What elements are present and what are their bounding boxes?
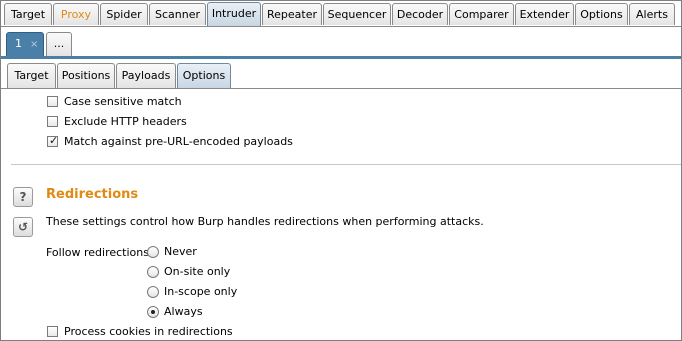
checkbox-label: Match against pre-URL-encoded payloads	[64, 135, 293, 148]
redirect-onsite-radio[interactable]	[147, 266, 159, 278]
restore-defaults-icon: ↺	[17, 220, 29, 234]
tab-proxy[interactable]: Proxy	[53, 3, 99, 25]
new-attack-tab[interactable]: ...	[46, 32, 72, 56]
section-description: These settings control how Burp handles …	[46, 215, 484, 228]
tab-decoder[interactable]: Decoder	[392, 3, 448, 25]
attack-tab-1[interactable]: 1 ×	[6, 32, 44, 56]
close-icon[interactable]: ×	[30, 39, 38, 50]
tab-intruder[interactable]: Intruder	[207, 2, 261, 26]
question-icon: ?	[19, 190, 27, 204]
checkbox-label: Case sensitive match	[64, 95, 182, 108]
restore-defaults-button[interactable]: ↺	[13, 217, 33, 237]
tab-label: Options	[182, 69, 226, 82]
tab-alerts[interactable]: Alerts	[629, 3, 675, 25]
tab-label: Decoder	[396, 8, 444, 21]
tab-label: Proxy	[60, 8, 92, 21]
radio-label: In-scope only	[164, 285, 238, 298]
intruder-tab-options[interactable]: Options	[177, 63, 231, 88]
intruder-tab-target[interactable]: Target	[7, 63, 56, 88]
tab-target[interactable]: Target	[4, 3, 52, 25]
radio-label: Never	[164, 245, 197, 258]
section-divider	[11, 164, 681, 165]
tab-scanner[interactable]: Scanner	[149, 3, 206, 25]
tab-label: Extender	[519, 8, 570, 21]
intruder-tab-positions[interactable]: Positions	[57, 63, 115, 88]
tab-label: Alerts	[636, 8, 668, 21]
more-label: ...	[53, 37, 65, 50]
exclude-headers-checkbox[interactable]	[47, 116, 58, 127]
tab-repeater[interactable]: Repeater	[262, 3, 322, 25]
checkbox-label: Exclude HTTP headers	[64, 115, 187, 128]
burp-window: Target Proxy Spider Scanner Intruder Rep…	[0, 0, 682, 341]
tab-sequencer[interactable]: Sequencer	[323, 3, 391, 25]
tab-label: Target	[10, 8, 46, 21]
checkbox-label: Process cookies in redirections	[64, 325, 233, 338]
tab-label: Positions	[61, 69, 111, 82]
help-button[interactable]: ?	[13, 187, 33, 207]
radio-label: On-site only	[164, 265, 231, 278]
tab-label: Target	[14, 69, 49, 82]
intruder-tab-bar: Target Positions Payloads Options	[1, 59, 681, 89]
tab-label: Options	[580, 8, 623, 21]
tab-options[interactable]: Options	[575, 3, 628, 25]
section-title: Redirections	[46, 187, 139, 202]
tab-label: Comparer	[454, 8, 509, 21]
tab-label: Payloads	[121, 69, 171, 82]
redirect-inscope-radio[interactable]	[147, 286, 159, 298]
tab-label: Sequencer	[327, 8, 387, 21]
tab-label: Spider	[106, 8, 142, 21]
tab-label: Repeater	[266, 8, 317, 21]
attack-tab-label: 1	[15, 37, 22, 50]
tab-extender[interactable]: Extender	[515, 3, 574, 25]
tab-label: Scanner	[154, 8, 200, 21]
options-panel: Case sensitive match Exclude HTTP header…	[1, 89, 681, 340]
process-cookies-checkbox[interactable]	[47, 326, 58, 337]
checkmark-icon: ✓	[49, 134, 59, 147]
redirect-never-radio[interactable]	[147, 246, 159, 258]
redirect-always-radio[interactable]	[147, 306, 159, 318]
radio-selected-dot	[151, 310, 155, 314]
case-sensitive-checkbox[interactable]	[47, 96, 58, 107]
tab-comparer[interactable]: Comparer	[449, 3, 514, 25]
intruder-tab-payloads[interactable]: Payloads	[116, 63, 176, 88]
radio-label: Always	[164, 305, 203, 318]
tab-spider[interactable]: Spider	[100, 3, 148, 25]
follow-redirections-label: Follow redirections:	[46, 246, 153, 259]
pre-url-encoded-checkbox[interactable]: ✓	[47, 134, 59, 147]
attack-tab-bar: 1 × ...	[1, 27, 681, 57]
tab-label: Intruder	[211, 7, 257, 20]
